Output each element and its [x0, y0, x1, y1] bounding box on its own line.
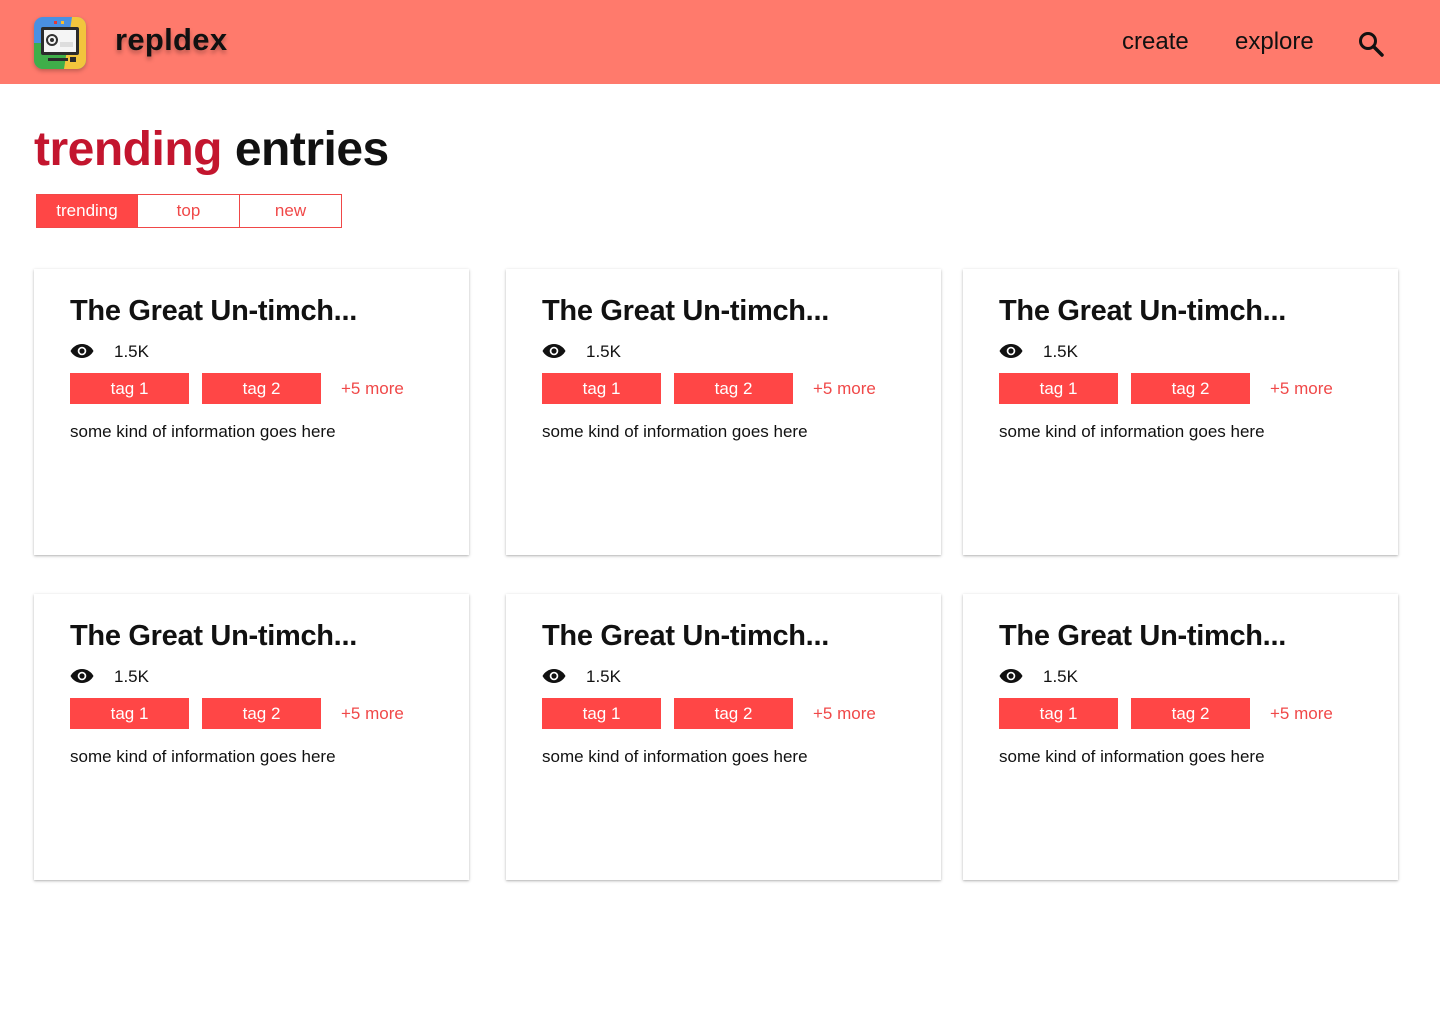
entry-info: some kind of information goes here — [542, 747, 808, 766]
search-icon[interactable] — [1356, 29, 1386, 59]
eye-icon — [999, 344, 1023, 358]
more-tags-link[interactable]: +5 more — [813, 379, 876, 399]
page-title-rest: entries — [234, 123, 389, 176]
entry-title[interactable]: The Great Un-timch... — [999, 295, 1286, 328]
nav-create-link[interactable]: create — [1122, 28, 1189, 56]
view-count: 1.5K — [586, 342, 621, 361]
eye-icon — [542, 669, 566, 683]
tab-top[interactable]: top — [137, 194, 240, 228]
eye-icon — [70, 344, 94, 358]
more-tags-link[interactable]: +5 more — [1270, 704, 1333, 724]
tag-badge[interactable]: tag 1 — [999, 698, 1118, 729]
eye-icon — [542, 344, 566, 358]
tab-trending[interactable]: trending — [36, 194, 138, 228]
more-tags-link[interactable]: +5 more — [1270, 379, 1333, 399]
eye-icon — [999, 669, 1023, 683]
entry-card[interactable]: The Great Un-timch... 1.5K tag 1 tag 2 +… — [506, 594, 941, 880]
tag-badge[interactable]: tag 1 — [70, 698, 189, 729]
tag-badge[interactable]: tag 1 — [999, 373, 1118, 404]
top-navbar: repldex create explore — [0, 0, 1440, 84]
view-count: 1.5K — [114, 667, 149, 686]
tag-badge[interactable]: tag 2 — [202, 698, 321, 729]
entry-title[interactable]: The Great Un-timch... — [999, 620, 1286, 653]
entry-info: some kind of information goes here — [999, 422, 1265, 441]
entry-card[interactable]: The Great Un-timch... 1.5K tag 1 tag 2 +… — [963, 594, 1398, 880]
entry-title[interactable]: The Great Un-timch... — [542, 620, 829, 653]
view-count: 1.5K — [114, 342, 149, 361]
view-count: 1.5K — [1043, 342, 1078, 361]
entry-title[interactable]: The Great Un-timch... — [542, 295, 829, 328]
nav-explore-link[interactable]: explore — [1235, 28, 1314, 56]
page-title: trending entries — [34, 122, 389, 177]
more-tags-link[interactable]: +5 more — [341, 379, 404, 399]
tag-badge[interactable]: tag 2 — [1131, 373, 1250, 404]
entry-info: some kind of information goes here — [999, 747, 1265, 766]
page-title-accent: trending — [34, 123, 222, 176]
eye-icon — [70, 669, 94, 683]
sort-tabs: trending top new — [36, 194, 342, 228]
tag-badge[interactable]: tag 1 — [542, 373, 661, 404]
entry-title[interactable]: The Great Un-timch... — [70, 620, 357, 653]
entry-card[interactable]: The Great Un-timch... 1.5K tag 1 tag 2 +… — [963, 269, 1398, 555]
tag-badge[interactable]: tag 2 — [674, 373, 793, 404]
tag-badge[interactable]: tag 2 — [1131, 698, 1250, 729]
tag-badge[interactable]: tag 1 — [542, 698, 661, 729]
entry-title[interactable]: The Great Un-timch... — [70, 295, 357, 328]
view-count: 1.5K — [586, 667, 621, 686]
entry-info: some kind of information goes here — [70, 422, 336, 441]
entry-card[interactable]: The Great Un-timch... 1.5K tag 1 tag 2 +… — [506, 269, 941, 555]
view-count: 1.5K — [1043, 667, 1078, 686]
entry-info: some kind of information goes here — [542, 422, 808, 441]
tag-badge[interactable]: tag 2 — [202, 373, 321, 404]
tab-new[interactable]: new — [239, 194, 342, 228]
tag-badge[interactable]: tag 2 — [674, 698, 793, 729]
brand-name[interactable]: repldex — [115, 22, 227, 58]
entry-card[interactable]: The Great Un-timch... 1.5K tag 1 tag 2 +… — [34, 269, 469, 555]
more-tags-link[interactable]: +5 more — [341, 704, 404, 724]
entry-info: some kind of information goes here — [70, 747, 336, 766]
repldex-logo-icon[interactable] — [34, 17, 86, 69]
more-tags-link[interactable]: +5 more — [813, 704, 876, 724]
tag-badge[interactable]: tag 1 — [70, 373, 189, 404]
entry-card[interactable]: The Great Un-timch... 1.5K tag 1 tag 2 +… — [34, 594, 469, 880]
